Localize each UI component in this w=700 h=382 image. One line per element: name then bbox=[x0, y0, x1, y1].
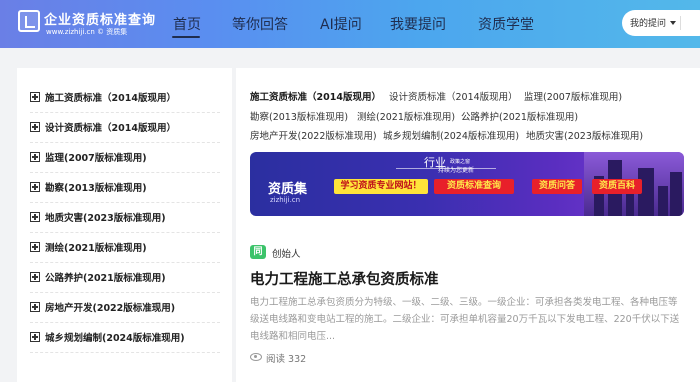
sidebar-item[interactable]: 公路养护(2021版标准现用) bbox=[30, 263, 220, 293]
category-tag[interactable]: 公路养护(2021版标准现用) bbox=[461, 109, 578, 123]
sidebar-item-label[interactable]: 测绘(2021版标准现用) bbox=[45, 240, 147, 254]
article-summary[interactable]: 电力工程施工总承包资质分为特级、一级、二级、三级。一级企业：可承担各类发电工程、… bbox=[250, 294, 686, 345]
banner-slogan: 学习资质专业网站！ bbox=[334, 179, 428, 194]
category-sidebar: 施工资质标准（2014版现用） 设计资质标准（2014版现用） 监理(2007版… bbox=[17, 68, 232, 382]
expand-plus-icon[interactable] bbox=[30, 152, 40, 162]
author-name[interactable]: 创始人 bbox=[272, 246, 301, 260]
sidebar-item-label[interactable]: 地质灾害(2023版标准现用) bbox=[45, 210, 166, 224]
banner-brand: 资质集 bbox=[268, 182, 308, 197]
logo-title: 企业资质标准查询 bbox=[44, 13, 157, 28]
category-tag[interactable]: 测绘(2021版标准现用) bbox=[357, 109, 455, 123]
sidebar-item-label[interactable]: 施工资质标准（2014版现用） bbox=[45, 90, 176, 104]
expand-plus-icon[interactable] bbox=[30, 212, 40, 222]
banner-brand-url: zizhiji.cn bbox=[270, 196, 301, 204]
sidebar-item[interactable]: 测绘(2021版标准现用) bbox=[30, 233, 220, 263]
sidebar-item[interactable]: 监理(2007版标准现用) bbox=[30, 143, 220, 173]
sidebar-item[interactable]: 地质灾害(2023版标准现用) bbox=[30, 203, 220, 233]
category-tag[interactable]: 房地产开发(2022版标准现用) bbox=[250, 128, 377, 142]
banner-subheadline: 持续为您更新 bbox=[438, 167, 475, 174]
main-content: 施工资质标准（2014版现用） 设计资质标准（2014版现用） 监理(2007版… bbox=[236, 68, 700, 382]
sidebar-item[interactable]: 房地产开发(2022版标准现用) bbox=[30, 293, 220, 323]
nav-home[interactable]: 首页 bbox=[173, 14, 201, 34]
search-divider bbox=[680, 16, 681, 30]
banner-headline-small: 政策之窗 bbox=[450, 159, 471, 165]
expand-plus-icon[interactable] bbox=[30, 332, 40, 342]
sidebar-item-label[interactable]: 公路养护(2021版标准现用) bbox=[45, 270, 166, 284]
author-avatar[interactable]: 同 bbox=[250, 245, 266, 259]
logo-subtitle: www.zizhiji.cn © 资质集 bbox=[46, 28, 128, 36]
nav-active-underline bbox=[172, 36, 200, 38]
nav-ask-question[interactable]: 我要提问 bbox=[390, 14, 446, 34]
sidebar-item-label[interactable]: 设计资质标准（2014版现用） bbox=[45, 120, 176, 134]
category-tag[interactable]: 监理(2007版标准现用) bbox=[524, 89, 622, 103]
expand-plus-icon[interactable] bbox=[30, 92, 40, 102]
article-title[interactable]: 电力工程施工总承包资质标准 bbox=[250, 268, 439, 289]
sidebar-item-label[interactable]: 监理(2007版标准现用) bbox=[45, 150, 147, 164]
sidebar-item-label[interactable]: 房地产开发(2022版标准现用) bbox=[45, 300, 175, 314]
category-tag[interactable]: 设计资质标准（2014版现用） bbox=[389, 89, 518, 103]
nav-answer[interactable]: 等你回答 bbox=[232, 14, 288, 34]
eye-icon bbox=[250, 353, 262, 361]
search-box[interactable]: 我的提问 bbox=[622, 10, 700, 36]
sidebar-item[interactable]: 施工资质标准（2014版现用） bbox=[30, 83, 220, 113]
expand-plus-icon[interactable] bbox=[30, 182, 40, 192]
view-count: 阅读 332 bbox=[266, 354, 307, 365]
sidebar-item[interactable]: 城乡规划编制(2024版标准现用) bbox=[30, 323, 220, 353]
chevron-down-icon[interactable] bbox=[670, 21, 676, 25]
top-header: 企业资质标准查询 www.zizhiji.cn © 资质集 首页 等你回答 AI… bbox=[0, 0, 700, 48]
expand-plus-icon[interactable] bbox=[30, 242, 40, 252]
expand-plus-icon[interactable] bbox=[30, 302, 40, 312]
banner-standard-query-button[interactable]: 资质标准查询 bbox=[434, 179, 514, 194]
category-tag[interactable]: 地质灾害(2023版标准现用) bbox=[526, 128, 643, 142]
search-scope-select[interactable]: 我的提问 bbox=[630, 16, 666, 29]
banner-qa-button[interactable]: 资质问答 bbox=[532, 179, 582, 194]
sidebar-item[interactable]: 勘察(2013版标准现用) bbox=[30, 173, 220, 203]
logo-icon bbox=[18, 10, 40, 32]
nav-school[interactable]: 资质学堂 bbox=[478, 14, 534, 34]
sidebar-item[interactable]: 设计资质标准（2014版现用） bbox=[30, 113, 220, 143]
banner-wiki-button[interactable]: 资质百科 bbox=[592, 179, 642, 194]
nav-ai-ask[interactable]: AI提问 bbox=[320, 14, 362, 34]
site-logo[interactable]: 企业资质标准查询 www.zizhiji.cn © 资质集 bbox=[18, 9, 155, 39]
expand-plus-icon[interactable] bbox=[30, 272, 40, 282]
category-tag[interactable]: 城乡规划编制(2024版标准现用) bbox=[383, 128, 519, 142]
category-tag[interactable]: 勘察(2013版标准现用) bbox=[250, 109, 348, 123]
category-tag[interactable]: 施工资质标准（2014版现用） bbox=[250, 89, 381, 103]
sidebar-item-label[interactable]: 勘察(2013版标准现用) bbox=[45, 180, 147, 194]
promo-banner[interactable]: 行业 政策之窗 持续为您更新 资质集 zizhiji.cn 学习资质专业网站！ … bbox=[250, 152, 684, 216]
sidebar-item-label[interactable]: 城乡规划编制(2024版标准现用) bbox=[45, 330, 185, 344]
expand-plus-icon[interactable] bbox=[30, 122, 40, 132]
